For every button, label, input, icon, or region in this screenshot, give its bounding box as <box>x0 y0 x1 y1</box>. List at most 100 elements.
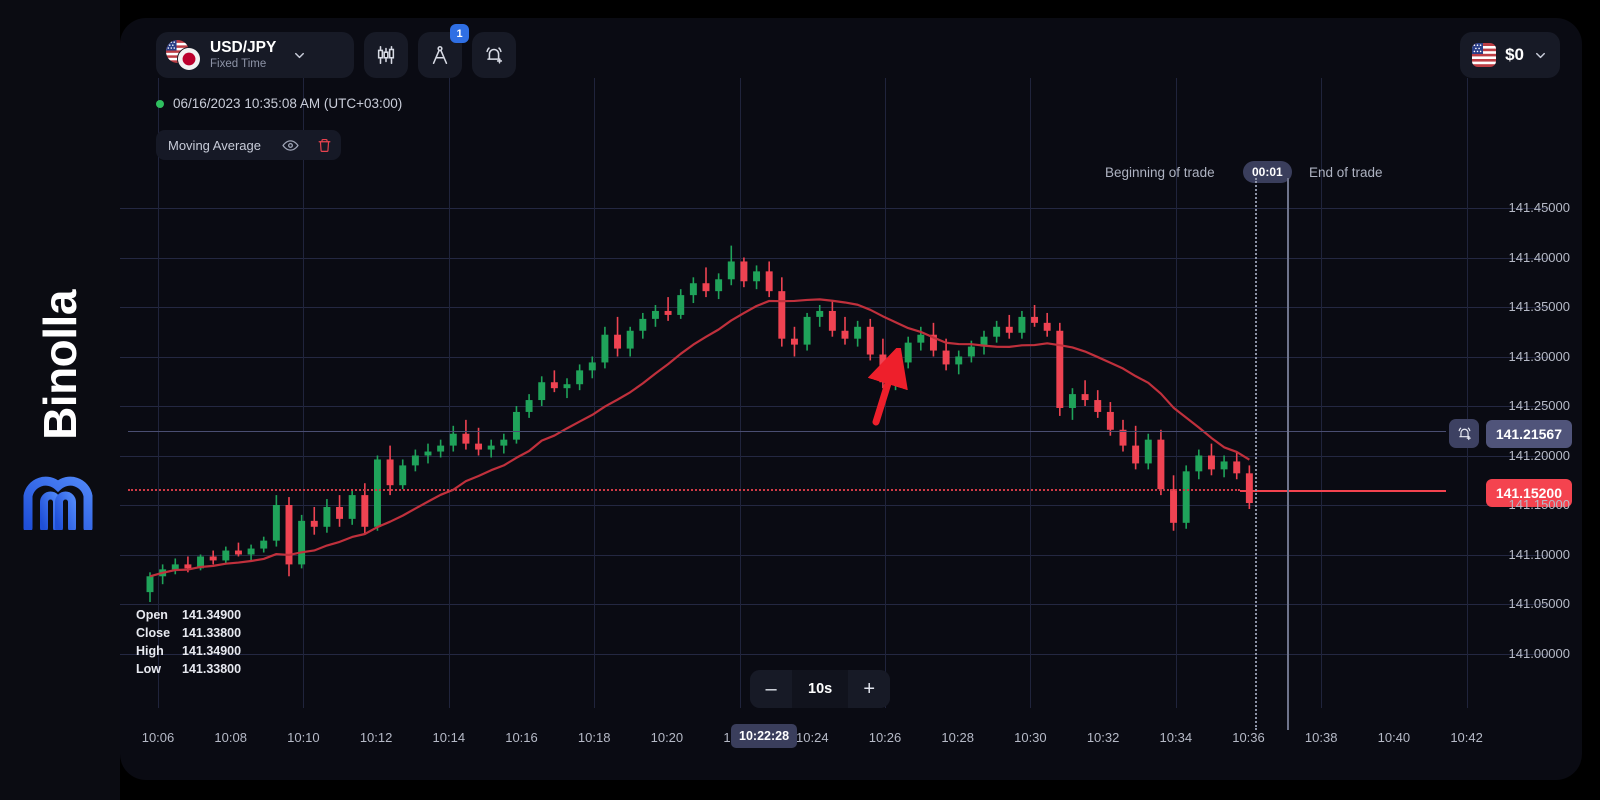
instrument-selector[interactable]: USD/JPY Fixed Time <box>156 32 354 78</box>
grid-line-vertical <box>1466 78 1468 708</box>
chart-panel: USD/JPY Fixed Time 1 $0 06/16/2023 10:35… <box>120 18 1582 780</box>
candle-body <box>487 445 495 450</box>
candle-body <box>1056 330 1064 408</box>
candle-body <box>260 540 268 549</box>
balance-selector[interactable]: $0 <box>1460 32 1560 78</box>
alert-price-tag[interactable]: 141.21567 <box>1485 420 1572 448</box>
candle-body <box>500 439 508 446</box>
candle-body <box>740 261 748 282</box>
candle-body <box>348 495 356 519</box>
ohlc-row: Close 141.33800 <box>136 626 241 640</box>
candle-body <box>727 261 735 280</box>
candle-body <box>272 505 280 541</box>
candle-body <box>854 326 862 339</box>
current-price-dotted-line <box>128 489 1240 491</box>
candle-body <box>1081 394 1089 401</box>
price-axis-label: 141.35000 <box>1508 299 1570 314</box>
chart-type-button[interactable] <box>364 32 408 78</box>
price-axis-label: 141.30000 <box>1508 348 1570 364</box>
bell-add-icon <box>1456 425 1473 442</box>
beginning-of-trade-label: Beginning of trade <box>1105 165 1215 180</box>
candle-body <box>361 495 369 527</box>
candle-body <box>1068 394 1076 408</box>
candle-body <box>626 330 634 349</box>
candle-body <box>1132 445 1140 464</box>
indicator-name: Moving Average <box>168 137 261 153</box>
brand-rail: Binolla <box>0 0 120 800</box>
candle-body <box>1170 489 1178 523</box>
candle-body <box>993 326 1001 337</box>
ohlc-key: Low <box>136 662 161 676</box>
candle-body <box>702 283 710 292</box>
add-alert-button[interactable] <box>1449 419 1479 448</box>
candle-body <box>1106 411 1114 430</box>
time-axis-label: 10:18 <box>577 730 611 745</box>
compass-draw-icon <box>429 44 451 66</box>
time-axis-label: 10:12 <box>359 730 393 745</box>
candle-body <box>753 271 761 282</box>
candle-body <box>715 279 723 292</box>
candle-body <box>955 356 963 365</box>
time-axis-label: 10:20 <box>650 730 684 745</box>
candle-body <box>841 330 849 339</box>
end-of-trade-line <box>1287 178 1289 730</box>
chart-toolbar: USD/JPY Fixed Time 1 <box>156 24 516 78</box>
ohlc-key: Open <box>136 608 168 622</box>
timeframe-increase-button[interactable]: + <box>848 670 891 708</box>
candle-body <box>234 550 242 555</box>
candle-body <box>803 316 811 345</box>
alert-button[interactable] <box>472 32 516 78</box>
candle-body <box>171 564 179 570</box>
drawing-tools-button[interactable]: 1 <box>418 24 469 78</box>
candle-body <box>310 520 318 527</box>
ohlc-row: Low 141.33800 <box>136 662 241 676</box>
candle-body <box>1207 455 1215 470</box>
candle-body <box>689 283 697 296</box>
ohlc-value: 141.33800 <box>182 662 242 676</box>
candle-body <box>550 382 558 389</box>
candle-body <box>525 400 533 412</box>
candle-body <box>437 445 445 452</box>
candle-body <box>386 459 394 486</box>
candle-body <box>222 550 230 561</box>
time-axis-label: 10:16 <box>505 730 538 745</box>
time-axis-label: 10:34 <box>1159 730 1193 745</box>
candle-body <box>816 310 824 317</box>
candle-body <box>184 564 192 569</box>
current-price-line <box>1240 490 1446 492</box>
candle-body <box>651 310 659 319</box>
candle-body <box>828 310 836 331</box>
indicator-visibility-toggle[interactable] <box>273 130 307 160</box>
candle-body <box>399 465 407 486</box>
candle-body <box>323 506 331 527</box>
indicator-chip[interactable]: Moving Average <box>156 130 341 160</box>
candle-body <box>967 346 975 357</box>
chevron-down-icon <box>1533 48 1548 63</box>
candle-body <box>1043 322 1051 331</box>
time-axis-label: 10:26 <box>868 730 902 745</box>
candle-body <box>614 334 622 349</box>
instrument-mode: Fixed Time <box>210 57 267 70</box>
candle-body <box>601 334 609 363</box>
trade-timer: 00:01 <box>1243 161 1292 183</box>
candle-body <box>576 370 584 385</box>
timeframe-stepper: – 10s + <box>750 670 891 708</box>
candle-body <box>1119 429 1127 446</box>
candle-body <box>1195 455 1203 472</box>
candle-body <box>917 334 925 343</box>
candle-body <box>298 520 306 565</box>
ohlc-legend: Open 141.34900 Close 141.33800 High 141.34900… <box>136 608 241 680</box>
timeframe-decrease-button[interactable]: – <box>750 670 792 708</box>
price-axis-label: 141.05000 <box>1508 596 1570 611</box>
indicator-delete-button[interactable] <box>307 130 341 160</box>
jp-flag-icon <box>177 47 201 71</box>
time-axis-label: 10:38 <box>1304 730 1338 745</box>
balance-amount: $0 <box>1505 45 1524 64</box>
price-axis-label: 141.40000 <box>1508 249 1570 265</box>
time-axis-label: 10:36 <box>1232 730 1265 745</box>
price-axis-label: 141.25000 <box>1508 398 1570 413</box>
candle-body <box>1018 316 1026 333</box>
candle-body <box>563 384 571 389</box>
candle-body <box>1144 439 1152 464</box>
candle-body <box>588 362 596 371</box>
